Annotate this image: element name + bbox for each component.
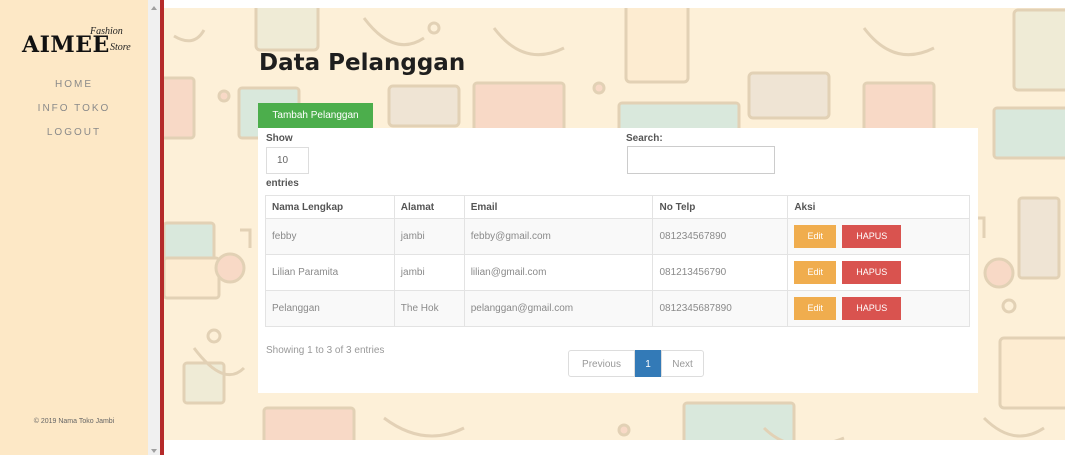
cell-email: pelanggan@gmail.com: [463, 290, 654, 327]
search-input[interactable]: [627, 146, 775, 174]
column-header-nama[interactable]: Nama Lengkap: [265, 195, 395, 219]
cell-telp: 081213456790: [652, 254, 789, 291]
column-header-email[interactable]: Email: [463, 195, 654, 219]
cell-email: febby@gmail.com: [463, 218, 654, 255]
search-label: Search:: [626, 133, 663, 144]
sidebar-item-home[interactable]: HOME: [0, 73, 148, 97]
main-content: Data Pelanggan Tambah Pelanggan Show 10 …: [164, 0, 1065, 455]
entries-label: entries: [266, 178, 299, 189]
sidebar-footer: © 2019 Nama Toko Jambi: [33, 418, 115, 425]
sidebar-menu: HOME INFO TOKO LOGOUT: [0, 73, 148, 145]
pagination-previous[interactable]: Previous: [568, 350, 635, 377]
data-table-panel: Show 10 entries Search: Nama Lengkap Ala…: [258, 128, 978, 393]
sidebar-item-info-toko[interactable]: INFO TOKO: [0, 97, 148, 121]
customer-table: Nama Lengkap Alamat Email No Telp Aksi f…: [265, 195, 970, 327]
cell-email: lilian@gmail.com: [463, 254, 654, 291]
cell-nama: Lilian Paramita: [265, 254, 395, 291]
delete-button[interactable]: HAPUS: [842, 297, 902, 320]
brand-tagline-top: Fashion: [90, 26, 123, 37]
brand-logo[interactable]: AIMEE Fashion Store: [22, 26, 142, 60]
page-title: Data Pelanggan: [259, 50, 466, 76]
cell-nama: febby: [265, 218, 395, 255]
table-row: Pelanggan The Hok pelanggan@gmail.com 08…: [265, 290, 970, 327]
add-customer-button[interactable]: Tambah Pelanggan: [258, 103, 373, 128]
table-row: Lilian Paramita jambi lilian@gmail.com 0…: [265, 254, 970, 291]
table-header-row: Nama Lengkap Alamat Email No Telp Aksi: [265, 195, 970, 219]
delete-button[interactable]: HAPUS: [842, 261, 902, 284]
scroll-down-icon[interactable]: [151, 449, 157, 453]
show-label: Show: [266, 133, 293, 144]
pagination-next[interactable]: Next: [661, 350, 704, 377]
brand-tagline-bottom: Store: [110, 42, 131, 53]
pagination: Previous 1 Next: [568, 350, 704, 377]
cell-actions: Edit HAPUS: [787, 218, 970, 255]
pagination-page-current[interactable]: 1: [635, 350, 661, 377]
column-header-aksi[interactable]: Aksi: [787, 195, 970, 219]
delete-button[interactable]: HAPUS: [842, 225, 902, 248]
cell-telp: 0812345687890: [652, 290, 789, 327]
sidebar: AIMEE Fashion Store HOME INFO TOKO LOGOU…: [0, 0, 148, 455]
cell-nama: Pelanggan: [265, 290, 395, 327]
edit-button[interactable]: Edit: [794, 261, 837, 284]
entries-length-select[interactable]: 10: [266, 147, 309, 174]
cell-telp: 081234567890: [652, 218, 789, 255]
column-header-alamat[interactable]: Alamat: [393, 195, 465, 219]
table-row: febby jambi febby@gmail.com 081234567890…: [265, 218, 970, 255]
table-info: Showing 1 to 3 of 3 entries: [266, 345, 385, 356]
column-header-telp[interactable]: No Telp: [652, 195, 789, 219]
edit-button[interactable]: Edit: [794, 297, 837, 320]
sidebar-item-logout[interactable]: LOGOUT: [0, 121, 148, 145]
cell-alamat: jambi: [393, 254, 465, 291]
edit-button[interactable]: Edit: [794, 225, 837, 248]
cell-actions: Edit HAPUS: [787, 290, 970, 327]
cell-actions: Edit HAPUS: [787, 254, 970, 291]
cell-alamat: The Hok: [393, 290, 465, 327]
sidebar-scrollbar[interactable]: [148, 0, 160, 455]
scroll-up-icon[interactable]: [151, 6, 157, 10]
cell-alamat: jambi: [393, 218, 465, 255]
